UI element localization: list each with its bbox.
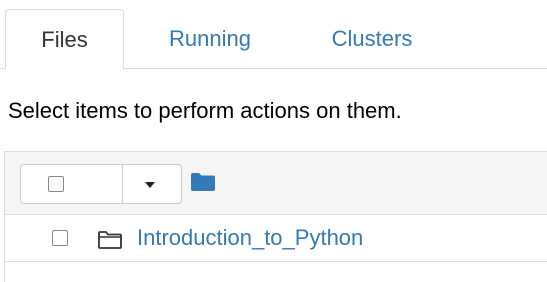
caret-down-icon [145, 182, 155, 188]
item-name-link[interactable]: Introduction_to_Python [137, 225, 363, 251]
instruction-text: Select items to perform actions on them. [8, 98, 402, 123]
file-list-toolbar [5, 151, 547, 215]
select-dropdown-button[interactable] [123, 165, 181, 203]
folder-icon[interactable] [190, 172, 216, 192]
file-list-panel: Introduction_to_Python [4, 151, 547, 282]
folder-outline-icon [98, 231, 122, 249]
select-button-group [20, 164, 182, 204]
tab-bar: Files Running Clusters [0, 0, 547, 70]
file-browser: Files Running Clusters Select items to p… [0, 0, 547, 282]
tab-clusters[interactable]: Clusters [306, 9, 438, 69]
select-all-checkbox[interactable] [48, 176, 64, 192]
item-checkbox[interactable] [52, 230, 68, 246]
tab-files[interactable]: Files [5, 9, 124, 70]
select-all-button[interactable] [21, 165, 123, 203]
list-item: Introduction_to_Python [5, 215, 547, 262]
tab-running[interactable]: Running [145, 9, 275, 69]
